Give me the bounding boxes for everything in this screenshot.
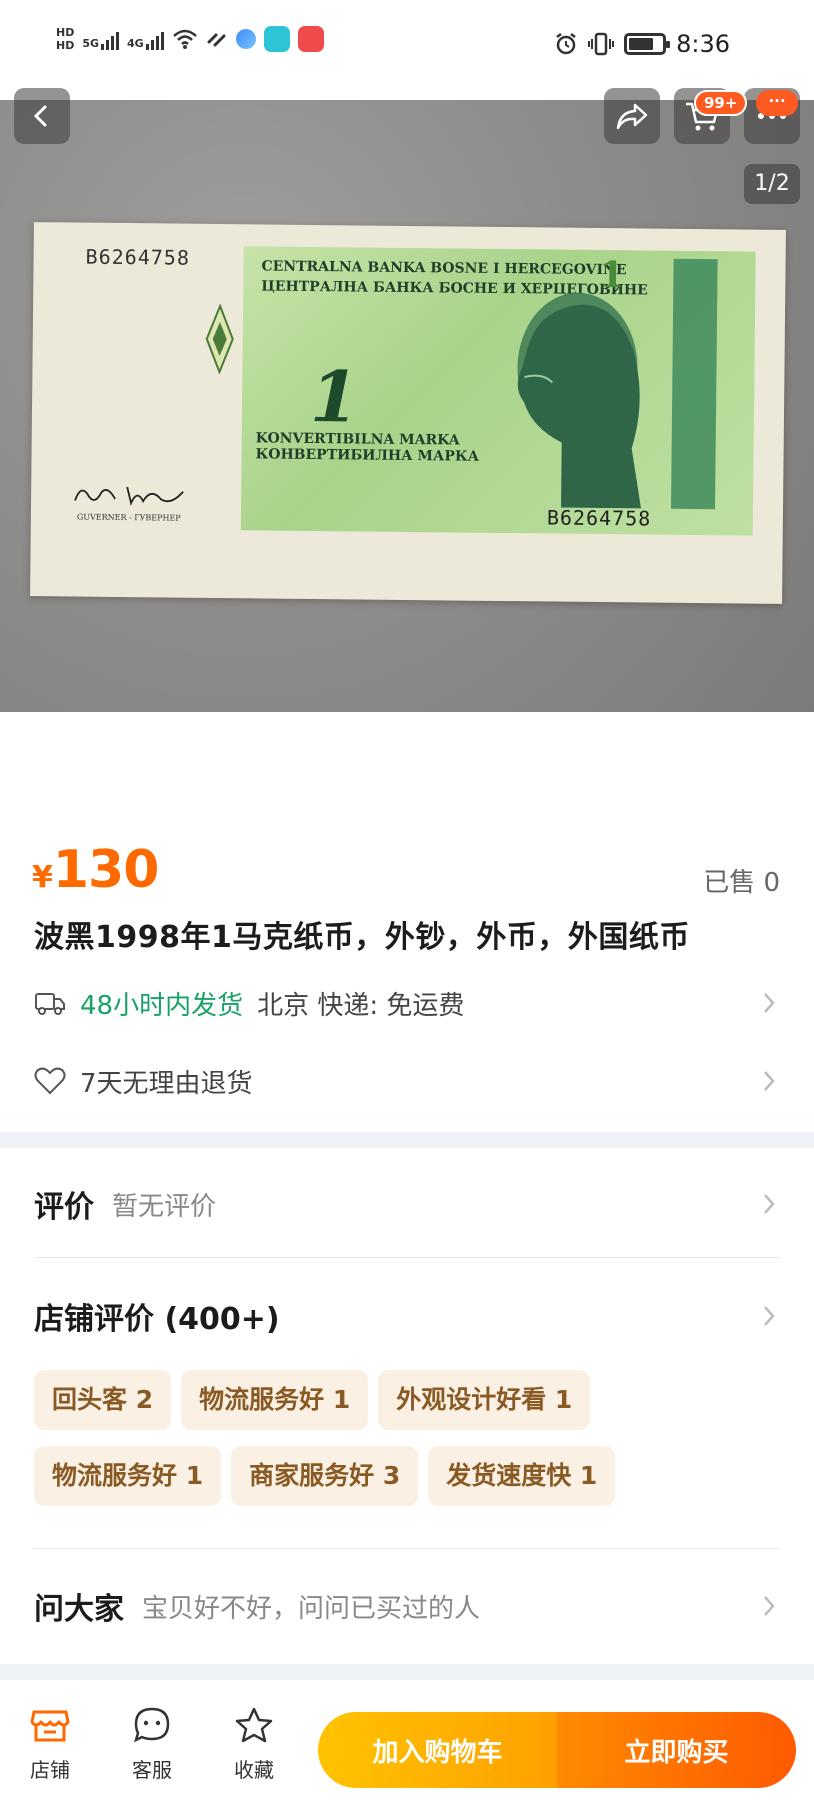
- divider-line: [34, 1548, 780, 1549]
- banknote-serial-bottom: B6264758: [546, 505, 652, 531]
- banknote-serial-top: B6264758: [85, 244, 191, 270]
- portrait-image: [517, 292, 642, 509]
- star-icon: [235, 1707, 273, 1743]
- chevron-left-icon: [33, 105, 47, 127]
- signal-4g-icon: 4G: [127, 28, 164, 50]
- service-nav-label: 客服: [132, 1758, 172, 1782]
- heart-icon: [34, 1067, 66, 1095]
- hd1-label: HD: [56, 26, 75, 39]
- net1-label: 5G: [82, 37, 100, 50]
- vibrate-icon: [588, 32, 615, 56]
- net2-label: 4G: [127, 37, 144, 50]
- review-sub: 暂无评价: [112, 1191, 217, 1222]
- cart-count-badge: 99+: [694, 90, 748, 116]
- section-divider: [0, 1132, 814, 1148]
- ask-sub: 宝贝好不好，问问已买过的人: [142, 1593, 481, 1624]
- ship-details: 北京 快递: 免运费: [257, 990, 465, 1021]
- signal-5g-icon: 5G: [82, 28, 120, 50]
- review-tag[interactable]: 发货速度快 1: [428, 1446, 616, 1506]
- banknote-denomination-corner: 1: [599, 253, 625, 297]
- shipping-row[interactable]: 48小时内发货 北京 快递: 免运费: [34, 980, 780, 1026]
- store-nav-button[interactable]: 店铺: [10, 1706, 90, 1783]
- ask-everyone-row[interactable]: 问大家 宝贝好不好，问问已买过的人: [34, 1580, 780, 1632]
- status-bar: HD HD 5G 4G 8:36: [0, 0, 814, 100]
- banknote-photo: B6264758 CENTRALNA BANKA BOSNE I HERCEGO…: [30, 222, 786, 604]
- currency-symbol: ¥: [32, 860, 53, 895]
- huawei-app-icon: [297, 26, 324, 52]
- banknote-governor-label: GUVERNER - ГУВЕРНЕР: [76, 512, 181, 523]
- review-tag[interactable]: 外观设计好看 1: [378, 1370, 591, 1430]
- return-policy-row[interactable]: 7天无理由退货: [34, 1058, 780, 1104]
- review-tag[interactable]: 物流服务好 1: [34, 1446, 222, 1506]
- review-row[interactable]: 评价 暂无评价: [34, 1178, 780, 1230]
- share-icon: [616, 103, 648, 130]
- customer-service-button[interactable]: 客服: [112, 1706, 192, 1783]
- chevron-right-icon: [764, 1596, 775, 1616]
- bottom-action-bar: 店铺 客服 收藏 加入购物车 立即购买: [0, 1680, 814, 1800]
- hd-indicator: HD HD: [56, 26, 74, 52]
- chat-face-icon: [134, 1707, 170, 1743]
- product-title: 波黑1998年1马克纸币，外钞，外币，外国纸币: [34, 920, 690, 955]
- product-image[interactable]: B6264758 CENTRALNA BANKA BOSNE I HERCEGO…: [0, 100, 814, 712]
- purchase-actions: 加入购物车 立即购买: [318, 1712, 796, 1788]
- back-button[interactable]: [14, 88, 70, 144]
- battery-icon: [624, 33, 671, 55]
- share-button[interactable]: [604, 88, 660, 144]
- review-tag[interactable]: 回头客 2: [34, 1370, 172, 1430]
- diamond-emblem-icon: [205, 303, 234, 375]
- review-tag[interactable]: 物流服务好 1: [181, 1370, 369, 1430]
- message-badge: ···: [756, 90, 798, 116]
- app-notification-icon: [235, 29, 256, 49]
- price-value: 130: [52, 840, 160, 900]
- clock: 8:36: [676, 30, 730, 58]
- banknote-currency-cyrillic: КОНВЕРТИБИЛНА МАРКА: [255, 446, 480, 465]
- chevron-right-icon: [764, 1194, 775, 1214]
- signature-image: [74, 486, 184, 506]
- favorite-nav-label: 收藏: [234, 1758, 274, 1782]
- return-label: 7天无理由退货: [80, 1068, 253, 1099]
- review-label: 评价: [34, 1190, 94, 1225]
- store-nav-label: 店铺: [30, 1758, 70, 1782]
- reader-app-icon: [263, 26, 290, 52]
- status-right: 8:36: [554, 30, 730, 58]
- image-page-indicator: 1/2: [744, 164, 800, 204]
- store-review-row[interactable]: 店铺评价 (400+): [34, 1290, 780, 1342]
- banknote-side-strip: [671, 258, 718, 510]
- store-review-tags: 回头客 2 物流服务好 1 外观设计好看 1 物流服务好 1 商家服务好 3 发…: [34, 1370, 780, 1506]
- chevron-right-icon: [764, 1071, 775, 1091]
- price: ¥ 130: [32, 840, 160, 900]
- sold-count: 已售 0: [703, 868, 780, 898]
- hd2-label: HD: [56, 39, 75, 52]
- divider-line: [34, 1257, 780, 1258]
- buy-now-button[interactable]: 立即购买: [557, 1712, 796, 1788]
- store-review-label: 店铺评价 (400+): [34, 1302, 280, 1337]
- banknote-denomination: 1: [309, 354, 360, 439]
- review-tag[interactable]: 商家服务好 3: [231, 1446, 419, 1506]
- ship-fast-label: 48小时内发货: [80, 990, 244, 1021]
- favorite-button[interactable]: 收藏: [214, 1706, 294, 1783]
- link-icon: [207, 33, 226, 47]
- chevron-right-icon: [764, 1306, 775, 1326]
- section-divider: [0, 1664, 814, 1680]
- status-left: HD HD 5G 4G: [56, 26, 324, 52]
- alarm-icon: [556, 33, 576, 55]
- chevron-right-icon: [764, 993, 775, 1013]
- add-to-cart-button[interactable]: 加入购物车: [318, 1712, 557, 1788]
- ask-label: 问大家: [34, 1592, 124, 1627]
- store-icon: [30, 1710, 70, 1742]
- truck-icon: [35, 993, 65, 1015]
- wifi-icon: [172, 29, 197, 49]
